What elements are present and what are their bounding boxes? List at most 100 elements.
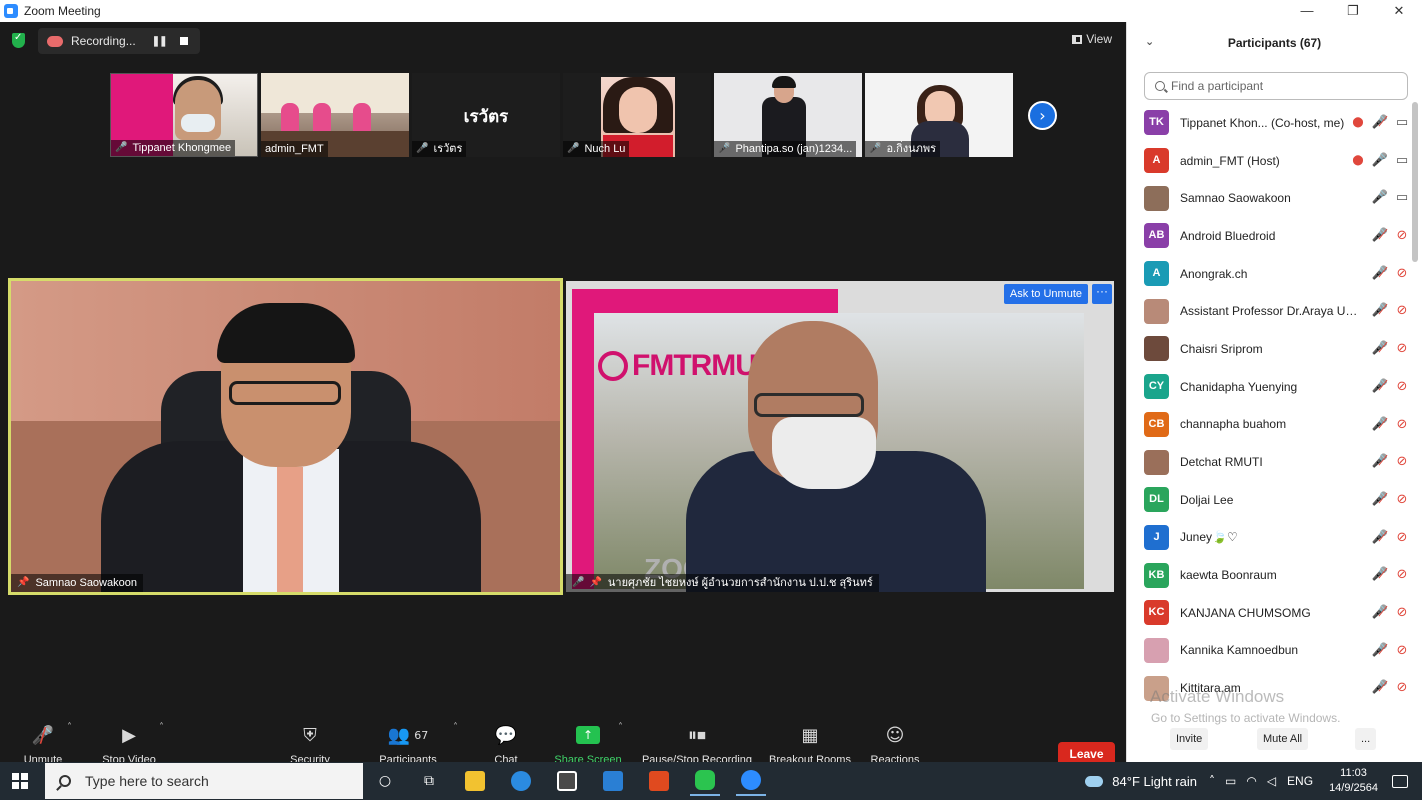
weather-text[interactable]: 84°F Light rain	[1112, 774, 1197, 789]
muted-mic-icon[interactable]: 🎤̸	[1371, 266, 1389, 281]
video-off-icon[interactable]: ⊘	[1393, 303, 1411, 318]
muted-mic-icon[interactable]: 🎤̸	[1371, 567, 1389, 582]
participant-row[interactable]: CB channapha buahom 🎤̸ ⊘	[1127, 406, 1411, 444]
edge-browser-icon[interactable]	[506, 766, 536, 796]
muted-mic-icon[interactable]: 🎤̸	[1371, 379, 1389, 394]
video-off-icon[interactable]: ⊘	[1393, 341, 1411, 356]
video-off-icon[interactable]: ⊘	[1393, 605, 1411, 620]
participant-row[interactable]: KB kaewta Boonraum 🎤̸ ⊘	[1127, 556, 1411, 594]
muted-mic-icon[interactable]: 🎤̸	[1371, 643, 1389, 658]
participant-row[interactable]: DL Doljai Lee 🎤̸ ⊘	[1127, 481, 1411, 519]
video-off-icon[interactable]: ⊘	[1393, 643, 1411, 658]
microsoft-store-icon[interactable]	[552, 766, 582, 796]
participants-button[interactable]: 👥 67 Participants	[376, 722, 440, 767]
participants-options-caret-icon[interactable]: ˄	[453, 722, 458, 733]
restore-button[interactable]: ❐	[1330, 0, 1376, 22]
participant-row[interactable]: Detchat RMUTI 🎤̸ ⊘	[1127, 443, 1411, 481]
taskbar-search-input[interactable]: Type here to search	[45, 763, 363, 799]
pause-recording-icon[interactable]: ❚❚	[152, 36, 168, 47]
muted-mic-icon[interactable]: 🎤̸	[1371, 303, 1389, 318]
participant-row[interactable]: CY Chanidapha Yuenying 🎤̸ ⊘	[1127, 368, 1411, 406]
wifi-icon[interactable]: ◠	[1246, 774, 1256, 788]
reactions-button[interactable]: ☺ Reactions	[868, 722, 922, 767]
participant-thumbnail[interactable]: 🎤 Phantipa.so (jan)1234...	[714, 73, 862, 157]
participant-row[interactable]: TK Tippanet Khon... (Co-host, me) ⬤ 🎤̸ ▭	[1127, 104, 1411, 142]
video-off-icon[interactable]: ⊘	[1393, 228, 1411, 243]
cortana-icon[interactable]: ○	[370, 766, 400, 796]
mic-icon[interactable]: 🎤	[1371, 190, 1389, 205]
participant-list-scrollbar[interactable]	[1412, 102, 1418, 262]
muted-mic-icon[interactable]: 🎤̸	[1371, 454, 1389, 469]
minimize-button[interactable]: —	[1284, 0, 1330, 22]
participant-row[interactable]: Assistant Professor Dr.Araya Uen... 🎤̸ ⊘	[1127, 292, 1411, 330]
video-camera-icon[interactable]: ▭	[1393, 115, 1411, 130]
taskbar-clock[interactable]: 11:03 14/9/2564	[1329, 766, 1378, 796]
video-off-icon[interactable]: ⊘	[1393, 680, 1411, 695]
video-more-button[interactable]: ···	[1092, 284, 1112, 304]
muted-mic-icon[interactable]: 🎤̸	[1371, 228, 1389, 243]
video-off-icon[interactable]: ⊘	[1393, 530, 1411, 545]
video-off-icon[interactable]: ⊘	[1393, 266, 1411, 281]
participant-row[interactable]: A Anongrak.ch 🎤̸ ⊘	[1127, 255, 1411, 293]
view-button[interactable]: View	[1072, 32, 1112, 46]
windows-start-icon[interactable]	[12, 773, 28, 789]
muted-mic-icon[interactable]: 🎤̸	[1371, 492, 1389, 507]
breakout-rooms-button[interactable]: ▦ Breakout Rooms	[767, 722, 853, 767]
invite-button[interactable]: Invite	[1170, 728, 1209, 750]
muted-mic-icon[interactable]: 🎤̸	[1371, 680, 1389, 695]
language-indicator[interactable]: ENG	[1287, 774, 1313, 788]
participant-thumbnail[interactable]: 🎤 Tippanet Khongmee	[110, 73, 258, 157]
notifications-icon[interactable]	[1392, 774, 1408, 788]
muted-mic-icon[interactable]: 🎤̸	[1371, 605, 1389, 620]
mail-icon[interactable]	[598, 766, 628, 796]
battery-icon[interactable]: ▭	[1225, 774, 1236, 788]
show-hidden-icons-caret-icon[interactable]: ˄	[1209, 774, 1215, 788]
muted-mic-icon[interactable]: 🎤̸	[1371, 417, 1389, 432]
mute-all-button[interactable]: Mute All	[1257, 728, 1309, 750]
encryption-shield-icon[interactable]	[12, 32, 25, 48]
stop-video-button[interactable]: ▶ Stop Video	[98, 722, 160, 767]
participant-thumbnail[interactable]: เรวัตร 🎤 เรวัตร	[412, 73, 560, 157]
video-off-icon[interactable]: ⊘	[1393, 567, 1411, 582]
participant-row[interactable]: Chaisri Sriprom 🎤̸ ⊘	[1127, 330, 1411, 368]
close-button[interactable]: ✕	[1376, 0, 1422, 22]
more-options-button[interactable]: ...	[1355, 728, 1377, 750]
task-view-icon[interactable]: ⧉	[414, 766, 444, 796]
security-button[interactable]: ⛨ Security	[286, 722, 334, 767]
participant-video[interactable]: FMTRMUTI ZOO Ask to Unmute ··· 🎤 📌 นายศุภช…	[566, 281, 1114, 592]
participant-row[interactable]: KC KANJANA CHUMSOMG 🎤̸ ⊘	[1127, 594, 1411, 632]
participant-search-input[interactable]: Find a participant	[1144, 72, 1408, 100]
participant-row[interactable]: Kannika Kamnoedbun 🎤̸ ⊘	[1127, 632, 1411, 670]
unmute-button[interactable]: 🎤 / Unmute	[18, 722, 68, 766]
office-icon[interactable]	[644, 766, 674, 796]
video-off-icon[interactable]: ⊘	[1393, 492, 1411, 507]
participant-thumbnail[interactable]: 🎤 อ.กิ่งนภพร	[865, 73, 1013, 157]
next-page-arrow-icon[interactable]: ›	[1028, 101, 1057, 130]
video-off-icon[interactable]: ⊘	[1393, 454, 1411, 469]
share-screen-button[interactable]: ↑ Share Screen	[554, 722, 622, 766]
participant-thumbnail[interactable]: 🎤 Nuch Lu	[563, 73, 711, 157]
video-off-icon[interactable]: ⊘	[1393, 417, 1411, 432]
participant-row[interactable]: Samnao Saowakoon 🎤 ▭	[1127, 179, 1411, 217]
line-app-icon[interactable]	[690, 766, 720, 796]
ask-to-unmute-button[interactable]: Ask to Unmute	[1003, 284, 1088, 304]
participant-row[interactable]: AB Android Bluedroid 🎤̸ ⊘	[1127, 217, 1411, 255]
video-options-caret-icon[interactable]: ˄	[159, 722, 164, 733]
file-explorer-icon[interactable]	[460, 766, 490, 796]
active-speaker-video[interactable]: 📌 Samnao Saowakoon	[8, 278, 563, 595]
chat-button[interactable]: 💬 Chat	[486, 722, 526, 767]
video-off-icon[interactable]: ⊘	[1393, 379, 1411, 394]
volume-icon[interactable]: ◁	[1267, 774, 1276, 788]
muted-mic-icon[interactable]: 🎤̸	[1371, 530, 1389, 545]
zoom-app-icon[interactable]	[736, 766, 766, 796]
participant-row[interactable]: Aadmin_FMT (Host) ⬤ 🎤 ▭	[1127, 142, 1411, 180]
mic-icon[interactable]: 🎤	[1371, 153, 1389, 168]
stop-recording-icon[interactable]	[180, 37, 189, 45]
collapse-panel-chevron-icon[interactable]: ⌄	[1145, 35, 1154, 48]
video-camera-icon[interactable]: ▭	[1393, 153, 1411, 168]
video-camera-icon[interactable]: ▭	[1393, 190, 1411, 205]
participant-thumbnail[interactable]: admin_FMT	[261, 73, 409, 157]
pause-stop-recording-button[interactable]: ⏸⏹ Pause/Stop Recording	[640, 722, 754, 767]
audio-options-caret-icon[interactable]: ˄	[67, 722, 72, 733]
share-options-caret-icon[interactable]: ˄	[618, 722, 623, 733]
